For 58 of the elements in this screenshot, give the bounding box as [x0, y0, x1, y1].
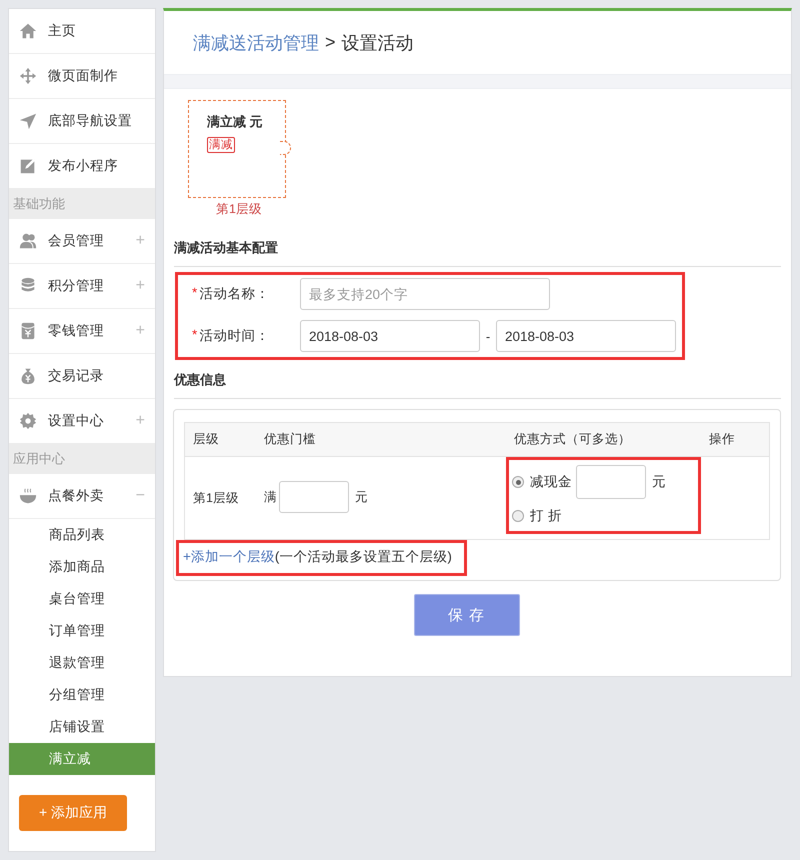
- money-bag-icon: [19, 367, 37, 385]
- sidebar-subitem[interactable]: 桌台管理: [9, 583, 155, 615]
- section-title: 满减活动基本配置: [174, 239, 781, 267]
- end-date-input[interactable]: 2018-08-03: [496, 320, 676, 352]
- section-header: 应用中心: [9, 444, 155, 474]
- breadcrumb-separator: >: [325, 32, 336, 53]
- sidebar-subitem[interactable]: 分组管理: [9, 679, 155, 711]
- wallet-icon: [19, 322, 37, 340]
- sidebar-subitem[interactable]: 订单管理: [9, 615, 155, 647]
- limit-note: (一个活动最多设置五个层级): [274, 548, 452, 566]
- sidebar-subitem[interactable]: 添加商品: [9, 551, 155, 583]
- sidebar-subitem[interactable]: 退款管理: [9, 647, 155, 679]
- option-label: 减现金: [530, 473, 572, 491]
- sidebar-item[interactable]: 微页面制作: [9, 54, 155, 99]
- sidebar-item[interactable]: 积分管理 +: [9, 264, 155, 309]
- radio-button[interactable]: [512, 510, 524, 522]
- settings-icon: [19, 412, 37, 430]
- name-input[interactable]: 最多支持20个字: [300, 278, 550, 310]
- unit-label: 元: [355, 488, 368, 506]
- radio-button[interactable]: [512, 476, 524, 488]
- threshold-prefix: 满: [264, 488, 277, 506]
- column-header: 操作: [709, 431, 736, 448]
- edit-icon: [19, 157, 37, 175]
- discount-tag: 满减: [207, 137, 235, 153]
- unit-label: 元: [652, 473, 666, 491]
- table-cell-text: 第1层级: [192, 490, 240, 507]
- range-dash: -: [484, 328, 492, 344]
- option-label: 打 折: [530, 507, 562, 525]
- bowl-icon: [19, 487, 37, 505]
- field-label: 活动名称：: [199, 285, 270, 303]
- sidebar-item[interactable]: 主页: [9, 9, 155, 54]
- sidebar-subitem[interactable]: 商品列表: [9, 519, 155, 551]
- preview-title: 满立减 元: [207, 113, 263, 131]
- users-icon: [19, 232, 37, 250]
- column-header: 层级: [192, 431, 220, 448]
- start-date-input[interactable]: 2018-08-03: [300, 320, 480, 352]
- required-mark: *: [192, 285, 198, 302]
- required-mark: *: [192, 327, 198, 344]
- threshold-input[interactable]: [279, 481, 349, 513]
- sidebar-subitem[interactable]: 店铺设置: [9, 711, 155, 743]
- sidebar-item[interactable]: 交易记录: [9, 354, 155, 399]
- sidebar-item[interactable]: 零钱管理 +: [9, 309, 155, 354]
- move-icon: [19, 67, 37, 85]
- section-title: 优惠信息: [174, 371, 781, 399]
- column-header: 优惠方式（可多选）: [514, 431, 632, 448]
- sidebar-item[interactable]: 底部导航设置: [9, 99, 155, 144]
- navigation-icon: [19, 112, 37, 130]
- amount-input[interactable]: [576, 465, 646, 499]
- field-label: 活动时间：: [199, 327, 270, 345]
- sidebar-item[interactable]: 会员管理 +: [9, 219, 155, 264]
- level-caption: 第1层级: [216, 201, 262, 218]
- page-title: 设置活动: [342, 32, 414, 54]
- sidebar-item[interactable]: 点餐外卖 −: [9, 474, 155, 519]
- section-header: 基础功能: [9, 189, 155, 219]
- breadcrumb-link[interactable]: 满减送活动管理: [193, 30, 319, 54]
- home-icon: [19, 22, 37, 40]
- add-level-link[interactable]: +添加一个层级: [183, 548, 275, 566]
- column-header: 优惠门槛: [264, 431, 317, 448]
